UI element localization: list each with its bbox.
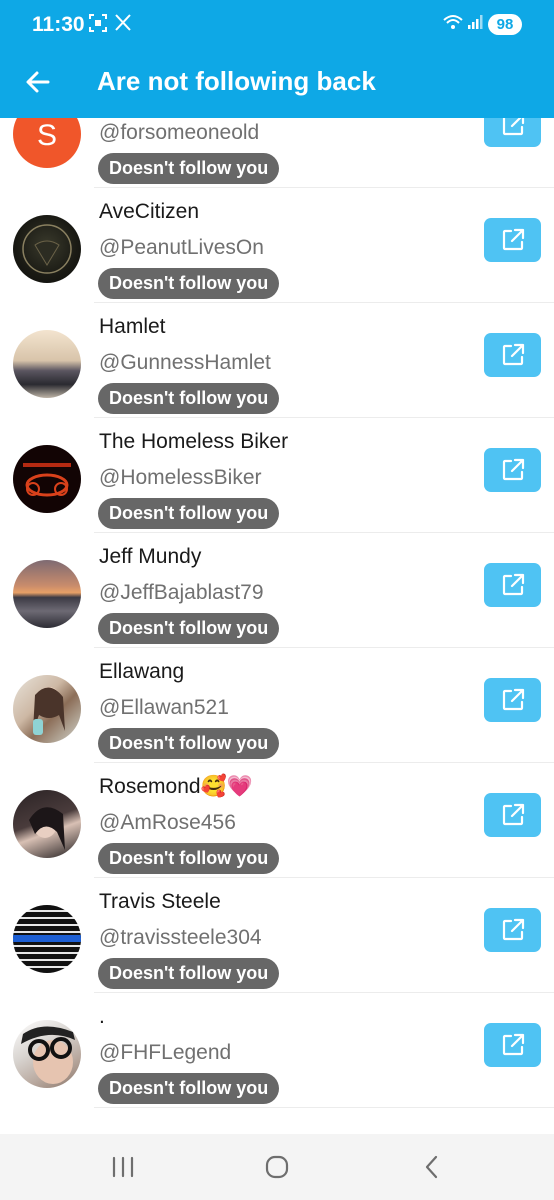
- external-link-icon: [502, 343, 525, 366]
- status-badge: Doesn't follow you: [98, 498, 280, 529]
- battery-indicator: 98: [488, 14, 522, 35]
- user-handle: @PeanutLivesOn: [99, 236, 264, 259]
- open-profile-button[interactable]: [484, 448, 541, 492]
- open-profile-button[interactable]: [484, 218, 541, 262]
- user-list[interactable]: S @forsomeoneold Doesn't follow you AveC…: [0, 118, 554, 1134]
- user-handle: @forsomeoneold: [99, 121, 260, 144]
- divider: [94, 1107, 554, 1108]
- external-link-icon: [502, 573, 525, 596]
- avatar[interactable]: [13, 330, 81, 398]
- open-profile-button[interactable]: [484, 333, 541, 377]
- list-item[interactable]: . @FHFLegend Doesn't follow you: [0, 993, 554, 1108]
- status-badge: Doesn't follow you: [98, 383, 280, 414]
- user-handle: @AmRose456: [99, 811, 236, 834]
- status-badge: Doesn't follow you: [98, 268, 280, 299]
- user-name: AveCitizen: [99, 200, 199, 223]
- user-name: The Homeless Biker: [99, 430, 289, 453]
- avatar[interactable]: [13, 905, 81, 973]
- user-handle: @JeffBajablast79: [99, 581, 264, 604]
- user-name: Jeff Mundy: [99, 545, 202, 568]
- external-link-icon: [502, 688, 525, 711]
- list-item[interactable]: S @forsomeoneold Doesn't follow you: [0, 118, 554, 188]
- avatar[interactable]: [13, 790, 81, 858]
- avatar-letter: S: [37, 119, 57, 152]
- x-app-icon: [115, 14, 131, 36]
- list-item[interactable]: Jeff Mundy @JeffBajablast79 Doesn't foll…: [0, 533, 554, 648]
- avatar[interactable]: [13, 445, 81, 513]
- status-time: 11:30: [32, 13, 85, 36]
- open-profile-button[interactable]: [484, 118, 541, 147]
- status-badge: Doesn't follow you: [98, 153, 280, 184]
- list-item[interactable]: Rosemond🥰💗 @AmRose456 Doesn't follow you: [0, 763, 554, 878]
- user-handle: @Ellawan521: [99, 696, 229, 719]
- external-link-icon: [502, 918, 525, 941]
- list-item[interactable]: Travis Steele @travissteele304 Doesn't f…: [0, 878, 554, 993]
- back-nav-icon[interactable]: [415, 1150, 449, 1184]
- wifi-icon: [443, 14, 463, 35]
- user-name: Travis Steele: [99, 890, 221, 913]
- user-name: Hamlet: [99, 315, 166, 338]
- status-badge: Doesn't follow you: [98, 613, 280, 644]
- user-name: .: [99, 1005, 105, 1028]
- user-handle: @HomelessBiker: [99, 466, 262, 489]
- list-item[interactable]: The Homeless Biker @HomelessBiker Doesn'…: [0, 418, 554, 533]
- open-profile-button[interactable]: [484, 1023, 541, 1067]
- recent-apps-icon[interactable]: [106, 1150, 140, 1184]
- list-item[interactable]: AveCitizen @PeanutLivesOn Doesn't follow…: [0, 188, 554, 303]
- status-bar: 11:30 98: [0, 0, 554, 50]
- external-link-icon: [502, 458, 525, 481]
- system-nav-bar: [0, 1134, 554, 1200]
- signal-icon: [467, 14, 483, 35]
- status-badge: Doesn't follow you: [98, 958, 280, 989]
- external-link-icon: [502, 803, 525, 826]
- screenshot-icon: [89, 14, 107, 37]
- back-arrow-icon[interactable]: [20, 64, 56, 100]
- status-badge: Doesn't follow you: [98, 843, 280, 874]
- avatar[interactable]: [13, 675, 81, 743]
- avatar[interactable]: [13, 1020, 81, 1088]
- external-link-icon: [502, 1033, 525, 1056]
- home-icon[interactable]: [260, 1150, 294, 1184]
- avatar[interactable]: S: [13, 118, 81, 168]
- open-profile-button[interactable]: [484, 908, 541, 952]
- open-profile-button[interactable]: [484, 678, 541, 722]
- user-handle: @FHFLegend: [99, 1041, 232, 1064]
- app-header: 11:30 98 Are not following back: [0, 0, 554, 118]
- open-profile-button[interactable]: [484, 563, 541, 607]
- open-profile-button[interactable]: [484, 793, 541, 837]
- list-item[interactable]: Ellawang @Ellawan521 Doesn't follow you: [0, 648, 554, 763]
- avatar[interactable]: [13, 560, 81, 628]
- user-name: Ellawang: [99, 660, 185, 683]
- external-link-icon: [502, 118, 525, 136]
- external-link-icon: [502, 228, 525, 251]
- user-name: Rosemond🥰💗: [99, 775, 253, 798]
- status-badge: Doesn't follow you: [98, 1073, 280, 1104]
- list-item[interactable]: Hamlet @GunnessHamlet Doesn't follow you: [0, 303, 554, 418]
- user-handle: @travissteele304: [99, 926, 262, 949]
- status-badge: Doesn't follow you: [98, 728, 280, 759]
- avatar[interactable]: [13, 215, 81, 283]
- user-handle: @GunnessHamlet: [99, 351, 271, 374]
- page-title: Are not following back: [97, 66, 376, 96]
